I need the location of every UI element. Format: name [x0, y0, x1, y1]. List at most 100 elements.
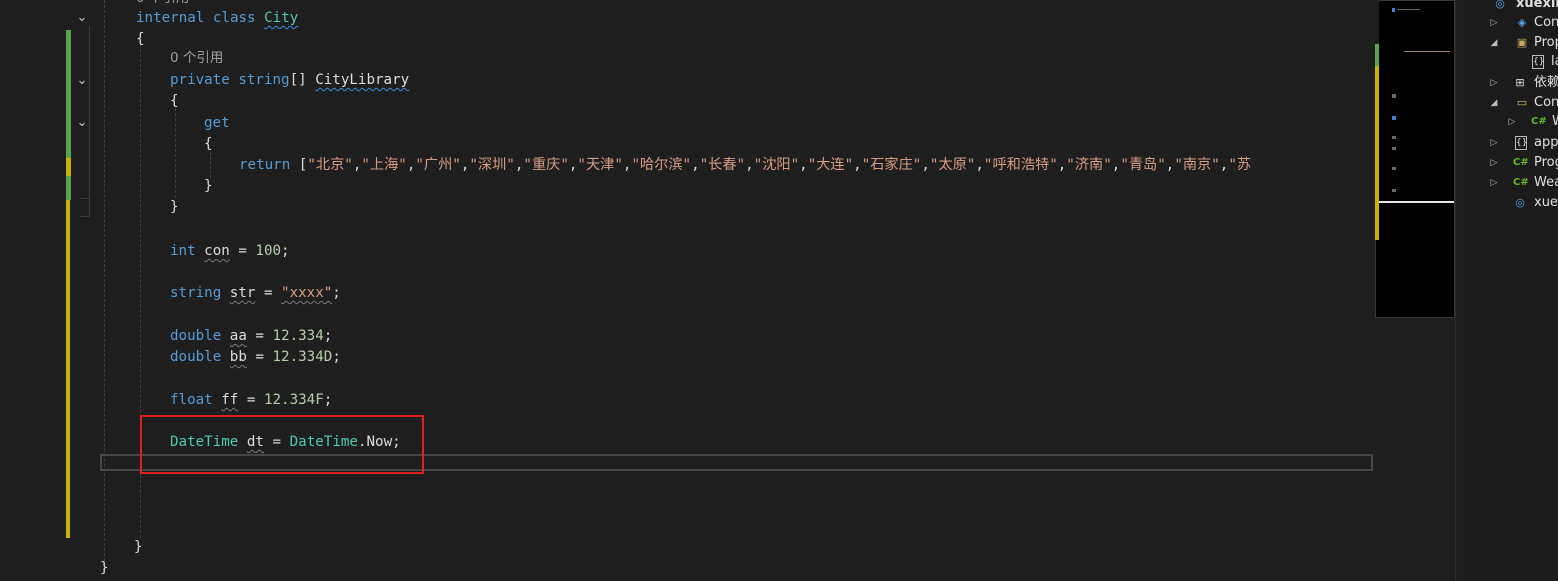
collapse-icon[interactable]: ◢ [1489, 93, 1499, 113]
expand-icon[interactable]: ▷ [1489, 13, 1499, 33]
tree-node-label: Cont [1534, 95, 1558, 110]
code-token: int [170, 243, 205, 259]
code-token: bb [229, 349, 247, 365]
code-token: , [921, 157, 930, 173]
tree-node-label: app [1534, 135, 1558, 150]
code-token: "广州" [415, 157, 461, 173]
collapse-chevron-icon[interactable]: ⌄ [76, 11, 88, 24]
code-token: string [238, 72, 290, 88]
code-token: aa [229, 328, 247, 344]
minimap-viewport-line [1376, 201, 1454, 203]
editor-gutter: ⌄ ⌄ ⌄ [0, 0, 100, 581]
code-token: 100 [255, 243, 282, 259]
outline-end-tick [80, 216, 90, 217]
code-token: = [255, 285, 282, 301]
code-line-float-ff: float ff = 12.334F; [170, 390, 332, 411]
project-file-icon: ◎ [1515, 196, 1525, 209]
code-editor[interactable]: 0 个引用 internal class City { 0 个引用 privat… [100, 0, 1373, 581]
expand-icon[interactable]: ▷ [1489, 173, 1499, 193]
code-line-class-decl: internal class City [136, 8, 298, 29]
csharp-file-icon: C# [1531, 116, 1547, 127]
code-token: [] [289, 72, 316, 88]
code-token: "上海" [361, 157, 407, 173]
code-line-return: return ["北京","上海","广州","深圳","重庆","天津","哈… [239, 155, 1251, 176]
code-line-double-bb: double bb = 12.334D; [170, 347, 341, 368]
code-token: , [745, 157, 754, 173]
connected-services-icon: ◈ [1517, 16, 1527, 29]
code-token: "南京" [1174, 157, 1220, 173]
code-minimap[interactable] [1375, 0, 1455, 318]
code-token: ; [323, 328, 333, 344]
tree-node-label: W [1552, 112, 1558, 132]
code-token: } [100, 560, 109, 576]
code-token: "沈阳" [753, 157, 800, 173]
csharp-file-icon: C# [1513, 157, 1529, 168]
minimap-mark [1392, 116, 1396, 120]
minimap-change-bar [1375, 0, 1379, 240]
code-token: "北京" [307, 157, 353, 173]
code-token: internal class [136, 10, 265, 26]
code-token: string [170, 285, 230, 301]
annotation-highlight-box [140, 415, 424, 474]
code-line-class-close: } [134, 537, 143, 558]
code-token: ; [281, 243, 290, 259]
collapse-chevron-icon[interactable]: ⌄ [76, 74, 88, 87]
code-token: = [229, 243, 256, 259]
code-token: City [264, 10, 299, 26]
expand-icon[interactable]: ▷ [1489, 153, 1499, 173]
code-line-ref-prop: 0 个引用 [170, 48, 223, 69]
outline-end-tick [80, 198, 90, 199]
code-token: = [238, 392, 264, 408]
code-token: ; [323, 392, 333, 408]
outline-guide [89, 88, 90, 198]
code-token: double [170, 349, 230, 365]
code-token: private [170, 72, 239, 88]
code-line-get-close: } [204, 176, 213, 197]
code-token: = [246, 328, 273, 344]
code-line-get: get [204, 113, 230, 134]
code-token: 12.334F [263, 392, 324, 408]
code-token: { [170, 93, 179, 109]
code-line-brace-open: { [136, 29, 145, 50]
tree-node-label: Wea [1534, 175, 1558, 190]
code-token: ; [332, 285, 341, 301]
tree-node-label: 依赖 [1534, 75, 1558, 90]
code-token: 12.334 [272, 328, 324, 344]
code-token: = [246, 349, 273, 365]
code-token: { [136, 31, 145, 47]
globe-icon: ◎ [1495, 0, 1505, 10]
collapse-chevron-icon[interactable]: ⌄ [76, 116, 88, 129]
expand-icon[interactable]: ▷ [1507, 112, 1517, 132]
minimap-mark [1392, 136, 1396, 139]
change-bar-unsaved [66, 158, 71, 176]
code-line-int-decl: int con = 100; [170, 241, 290, 262]
code-token: } [204, 178, 213, 194]
tree-node-label: la [1551, 54, 1558, 69]
expand-icon[interactable]: ▷ [1489, 133, 1499, 153]
expand-icon[interactable]: ▷ [1489, 73, 1499, 93]
code-token: "重庆" [523, 157, 569, 173]
code-token: double [170, 328, 230, 344]
code-token: "呼和浩特" [983, 157, 1058, 173]
code-line-prop-open: { [170, 91, 179, 112]
code-token: ff [221, 392, 239, 408]
code-token: con [204, 243, 230, 259]
change-bar-saved [66, 30, 71, 158]
minimap-mark [1392, 167, 1396, 170]
collapse-icon[interactable]: ◢ [1489, 33, 1499, 53]
code-line-prop-close: } [170, 197, 179, 218]
code-line-string-decl: string str = "xxxx"; [170, 283, 341, 304]
json-file-icon: {} [1515, 136, 1528, 150]
code-token: float [170, 392, 222, 408]
code-token: , [853, 157, 862, 173]
code-line-get-open: { [204, 134, 213, 155]
dependencies-icon: ⊞ [1515, 76, 1525, 89]
code-token: "深圳" [469, 157, 515, 173]
code-token: 12.334D [272, 349, 333, 365]
code-token: , [799, 157, 808, 173]
code-token: 0 个引用 [136, 0, 189, 6]
minimap-mark [1392, 8, 1395, 12]
minimap-mark [1398, 9, 1420, 10]
minimap-mark [1392, 147, 1396, 150]
code-line-prop-decl: private string[] CityLibrary [170, 70, 409, 91]
